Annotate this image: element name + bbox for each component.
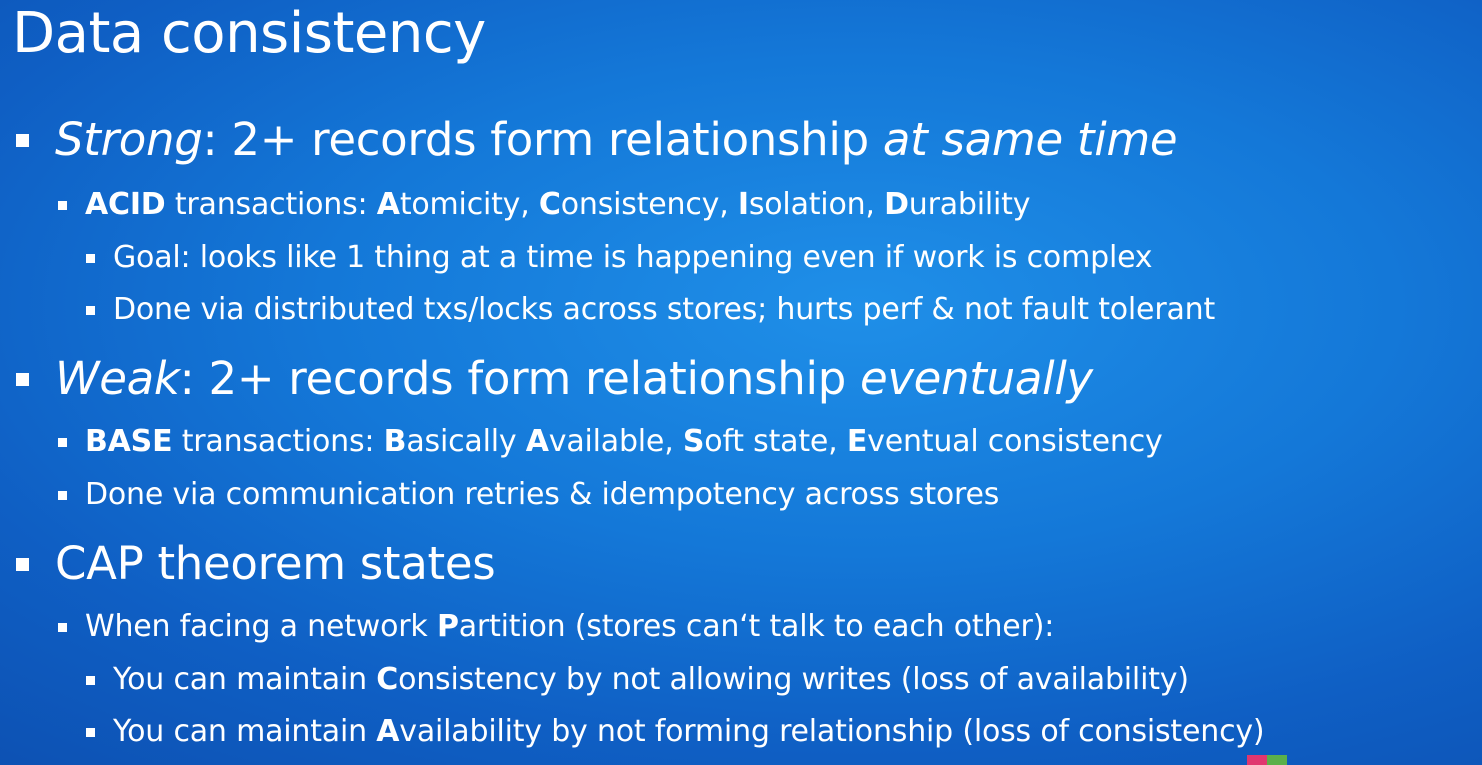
bullet-square-icon <box>86 253 95 263</box>
bullet-strong-text: Strong: 2+ records form relationship at … <box>55 112 1178 168</box>
bullet-cap-text: CAP theorem states <box>55 537 496 590</box>
logo-icon <box>1247 755 1287 765</box>
strong-emphasis: at same time <box>882 113 1178 166</box>
bullet-cap: CAP theorem states <box>16 536 496 592</box>
partition-post: artition (stores can‘t talk to each othe… <box>458 609 1055 644</box>
acid-i-rest: solation, <box>748 187 885 222</box>
bullet-square-icon <box>86 727 95 737</box>
availability-pre: You can maintain <box>113 714 377 749</box>
partition-key: P <box>436 609 459 644</box>
bullet-availability: You can maintain Availability by not for… <box>86 712 1265 752</box>
bullet-weak-done-text: Done via communication retries & idempot… <box>85 477 1000 512</box>
bullet-weak-done: Done via communication retries & idempot… <box>58 475 999 515</box>
acid-text: transactions: <box>165 187 377 222</box>
base-s: S <box>682 424 705 459</box>
bullet-square-icon <box>86 675 95 685</box>
bullet-weak: Weak: 2+ records form relationship event… <box>16 351 1093 407</box>
base-e-rest: ventual consistency <box>867 424 1163 459</box>
consistency-post: onsistency by not allowing writes (loss … <box>398 662 1189 697</box>
bullet-weak-text: Weak: 2+ records form relationship event… <box>55 351 1093 407</box>
acid-c-rest: onsistency, <box>560 187 738 222</box>
base-a-rest: vailable, <box>548 424 683 459</box>
weak-emphasis: eventually <box>859 352 1093 405</box>
bullet-strong-done: Done via distributed txs/locks across st… <box>86 290 1215 330</box>
bullet-square-icon <box>16 372 29 386</box>
partition-pre: When facing a network <box>85 609 437 644</box>
bullet-strong-done-text: Done via distributed txs/locks across st… <box>113 292 1216 327</box>
slide: Data consistency Strong: 2+ records form… <box>0 0 1482 765</box>
logo-red-square <box>1247 755 1267 765</box>
bullet-goal-text: Goal: looks like 1 thing at a time is ha… <box>113 240 1153 275</box>
bullet-base: BASE transactions: Basically Available, … <box>58 422 1163 462</box>
base-b: B <box>383 424 407 459</box>
base-term: BASE <box>85 424 173 459</box>
base-text: transactions: <box>172 424 384 459</box>
strong-text: : 2+ records form relationship <box>202 113 883 166</box>
strong-label: Strong <box>55 113 203 166</box>
bullet-consistency-text: You can maintain Consistency by not allo… <box>113 660 1189 700</box>
bullet-acid: ACID transactions: Atomicity, Consistenc… <box>58 185 1030 225</box>
weak-text: : 2+ records form relationship <box>179 352 860 405</box>
bullet-square-icon <box>58 200 67 210</box>
acid-term: ACID <box>85 187 166 222</box>
bullet-partition: When facing a network Partition (stores … <box>58 607 1054 647</box>
bullet-base-text: BASE transactions: Basically Available, … <box>85 422 1163 462</box>
consistency-pre: You can maintain <box>113 662 377 697</box>
bullet-partition-text: When facing a network Partition (stores … <box>85 607 1054 647</box>
base-e: E <box>846 424 868 459</box>
base-b-rest: asically <box>406 424 526 459</box>
weak-label: Weak <box>55 352 180 405</box>
bullet-strong: Strong: 2+ records form relationship at … <box>16 112 1178 168</box>
acid-a-rest: tomicity, <box>399 187 539 222</box>
bullet-goal: Goal: looks like 1 thing at a time is ha… <box>86 238 1153 278</box>
base-s-rest: oft state, <box>704 424 847 459</box>
bullet-availability-text: You can maintain Availability by not for… <box>113 712 1265 752</box>
bullet-square-icon <box>58 622 67 632</box>
availability-key: A <box>376 714 400 749</box>
acid-d-rest: urability <box>908 187 1031 222</box>
slide-title: Data consistency <box>12 1 486 66</box>
acid-d: D <box>884 187 909 222</box>
bullet-square-icon <box>58 437 67 447</box>
bullet-square-icon <box>16 557 29 571</box>
bullet-square-icon <box>86 305 95 315</box>
base-a: A <box>525 424 549 459</box>
acid-i: I <box>737 187 749 222</box>
availability-post: vailability by not forming relationship … <box>399 714 1265 749</box>
bullet-square-icon <box>58 490 67 500</box>
consistency-key: C <box>376 662 399 697</box>
bullet-acid-text: ACID transactions: Atomicity, Consistenc… <box>85 185 1030 225</box>
acid-c: C <box>538 187 561 222</box>
bullet-square-icon <box>16 133 29 147</box>
logo-green-square <box>1267 755 1287 765</box>
acid-a: A <box>376 187 400 222</box>
bullet-consistency: You can maintain Consistency by not allo… <box>86 660 1189 700</box>
